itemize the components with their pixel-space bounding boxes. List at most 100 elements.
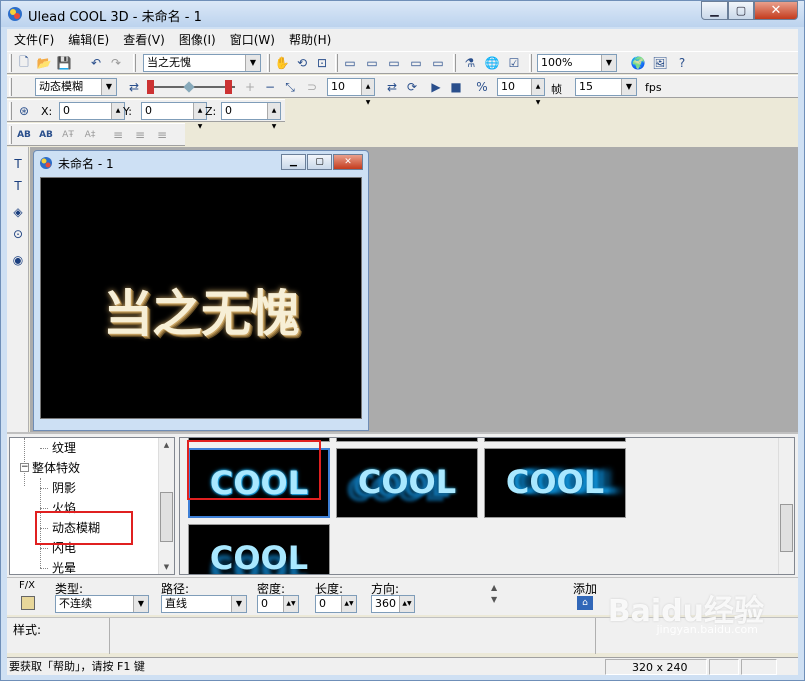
tree-item-glow[interactable]: 光晕 (52, 558, 76, 574)
spin-arrows-icon[interactable]: ▲▼ (531, 79, 544, 106)
thumbnail-partial-3[interactable] (484, 438, 626, 442)
size-tool-icon[interactable]: ⊡ (313, 54, 331, 72)
select-object-icon[interactable]: ⊙ (9, 225, 27, 243)
spin-arrows-icon[interactable]: ▲▼ (267, 103, 280, 130)
position-tool-icon[interactable]: ⊛ (15, 102, 33, 120)
percent-icon[interactable]: % (473, 78, 491, 96)
chevron-down-icon[interactable]: ▼ (101, 79, 116, 95)
scroll-thumb[interactable] (160, 492, 173, 542)
edit-text-icon[interactable]: T (9, 177, 27, 195)
thumbnail-motion-blur-4[interactable]: COOL (188, 524, 330, 574)
text-combo[interactable]: 当之无愧 ▼ (143, 54, 261, 72)
web-export-icon[interactable]: 🌍 (629, 54, 647, 72)
stop-icon[interactable]: ■ (447, 78, 465, 96)
scroll-up-icon[interactable]: ▲ (159, 438, 174, 452)
thumbnail-motion-blur-2[interactable]: COOL (336, 448, 478, 518)
image-export-icon[interactable]: 🖼 (651, 54, 669, 72)
collapse-icon[interactable]: − (20, 463, 29, 472)
thumbnail-partial-2[interactable] (336, 438, 478, 442)
doc-restore-button[interactable]: ▢ (307, 154, 332, 170)
effect-combo[interactable]: 动态模糊 ▼ (35, 78, 117, 96)
tree-item-texture[interactable]: 纹理 (52, 438, 76, 458)
text-style-2-icon[interactable]: AB (37, 126, 55, 144)
direction-input[interactable]: 360 ▲▼ (371, 595, 415, 613)
timeline-slider[interactable] (147, 80, 235, 94)
bevel-style-1-icon[interactable]: ▭ (341, 54, 359, 72)
align-center-icon[interactable]: ≡ (131, 126, 149, 144)
gallery-scrollbar[interactable] (778, 438, 794, 574)
menu-window[interactable]: 窗口(W) (223, 29, 282, 51)
hand-tool-icon[interactable]: ✋ (273, 54, 291, 72)
chevron-down-icon[interactable]: ▼ (601, 55, 616, 71)
canvas-3d-text[interactable]: 当之无愧 (41, 274, 361, 346)
chevron-down-icon[interactable]: ▼ (621, 79, 636, 95)
swap-icon[interactable]: ⇄ (383, 78, 401, 96)
zoom-combo[interactable]: 100% ▼ (537, 54, 617, 72)
minimize-button[interactable]: ▁ (701, 1, 728, 20)
open-folder-icon[interactable]: 📂 (35, 54, 53, 72)
spin-arrows-icon[interactable]: ▲▼ (283, 596, 298, 612)
doc-minimize-button[interactable]: ▁ (281, 154, 306, 170)
scroll-arrows-icon[interactable]: ▲ ▼ (491, 582, 497, 606)
thumbnail-motion-blur-3[interactable]: COOL (484, 448, 626, 518)
text-style-1-icon[interactable]: AB (15, 126, 33, 144)
chevron-down-icon[interactable]: ▼ (133, 596, 148, 612)
preview-canvas[interactable]: 当之无愧 (40, 177, 362, 419)
refresh-icon[interactable]: ⟳ (403, 78, 421, 96)
frame-count-input[interactable]: 10 ▲ ▼ (497, 78, 545, 106)
density-input[interactable]: 0 ▲▼ (257, 595, 299, 613)
play-icon[interactable]: ▶ (427, 78, 445, 96)
maximize-button[interactable]: ▢ (728, 1, 754, 20)
menu-help[interactable]: 帮助(H) (282, 29, 338, 51)
bevel-style-5-icon[interactable]: ▭ (429, 54, 447, 72)
save-icon[interactable]: 💾 (55, 54, 73, 72)
keyframe-icon[interactable]: ⇄ (125, 78, 143, 96)
redo-icon[interactable]: ↷ (107, 54, 125, 72)
align-left-icon[interactable]: ≡ (109, 126, 127, 144)
text-style-3-icon[interactable]: AŦ (59, 126, 77, 144)
spin-arrows-icon[interactable]: ▲▼ (361, 79, 374, 106)
spin-arrows-icon[interactable]: ▲▼ (341, 596, 356, 612)
chevron-down-icon[interactable]: ▼ (231, 596, 246, 612)
path-combo[interactable]: 直线 ▼ (161, 595, 247, 613)
remove-keyframe-icon[interactable]: − (261, 78, 279, 96)
add-keyframe-icon[interactable]: + (241, 78, 259, 96)
menu-view[interactable]: 查看(V) (116, 29, 172, 51)
x-input[interactable]: 0 ▲▼ (59, 102, 125, 130)
undo-icon[interactable]: ↶ (87, 54, 105, 72)
scroll-down-icon[interactable]: ▼ (159, 560, 174, 574)
type-combo[interactable]: 不连续 ▼ (55, 595, 149, 613)
fps-combo[interactable]: 15 ▼ (575, 78, 637, 96)
tree-item-shadow[interactable]: 阴影 (52, 478, 76, 498)
loop-icon[interactable]: ⊃ (303, 78, 321, 96)
spin-arrows-icon[interactable]: ▲▼ (399, 596, 414, 612)
menu-edit[interactable]: 编辑(E) (61, 29, 116, 51)
bevel-style-2-icon[interactable]: ▭ (363, 54, 381, 72)
checkbox-icon[interactable]: ☑ (505, 54, 523, 72)
globe-icon[interactable]: 🌐 (483, 54, 501, 72)
close-button[interactable]: ✕ (754, 1, 798, 20)
fx-toggle-icon[interactable] (21, 596, 35, 610)
z-input[interactable]: 0 ▲ ▼ (221, 102, 281, 130)
length-input[interactable]: 0 ▲▼ (315, 595, 357, 613)
magic-wand-icon[interactable]: ⚗ (461, 54, 479, 72)
reverse-icon[interactable]: ⤡ (281, 78, 299, 96)
doc-close-button[interactable]: ✕ (333, 154, 363, 170)
menu-image[interactable]: 图像(I) (172, 29, 223, 51)
shape-object-icon[interactable]: ◉ (9, 251, 27, 269)
y-input[interactable]: 0 ▲ ▼ (141, 102, 207, 130)
bevel-style-3-icon[interactable]: ▭ (385, 54, 403, 72)
scroll-thumb[interactable] (780, 504, 793, 552)
tree-scrollbar[interactable]: ▲ ▼ (158, 438, 174, 574)
bevel-style-4-icon[interactable]: ▭ (407, 54, 425, 72)
chevron-down-icon[interactable]: ▼ (245, 55, 260, 71)
new-file-icon[interactable]: 🗋 (15, 54, 33, 72)
add-to-gallery-icon[interactable]: ⌂ (577, 596, 593, 610)
rotate-tool-icon[interactable]: ⟲ (293, 54, 311, 72)
tree-item-overall-effects[interactable]: 整体特效 (32, 458, 80, 478)
frame-input[interactable]: 10 ▲ ▼ (327, 78, 375, 106)
text-style-4-icon[interactable]: A‡ (81, 126, 99, 144)
help-pointer-icon[interactable]: ? (673, 54, 691, 72)
insert-object-icon[interactable]: ◈ (9, 203, 27, 221)
align-right-icon[interactable]: ≡ (153, 126, 171, 144)
